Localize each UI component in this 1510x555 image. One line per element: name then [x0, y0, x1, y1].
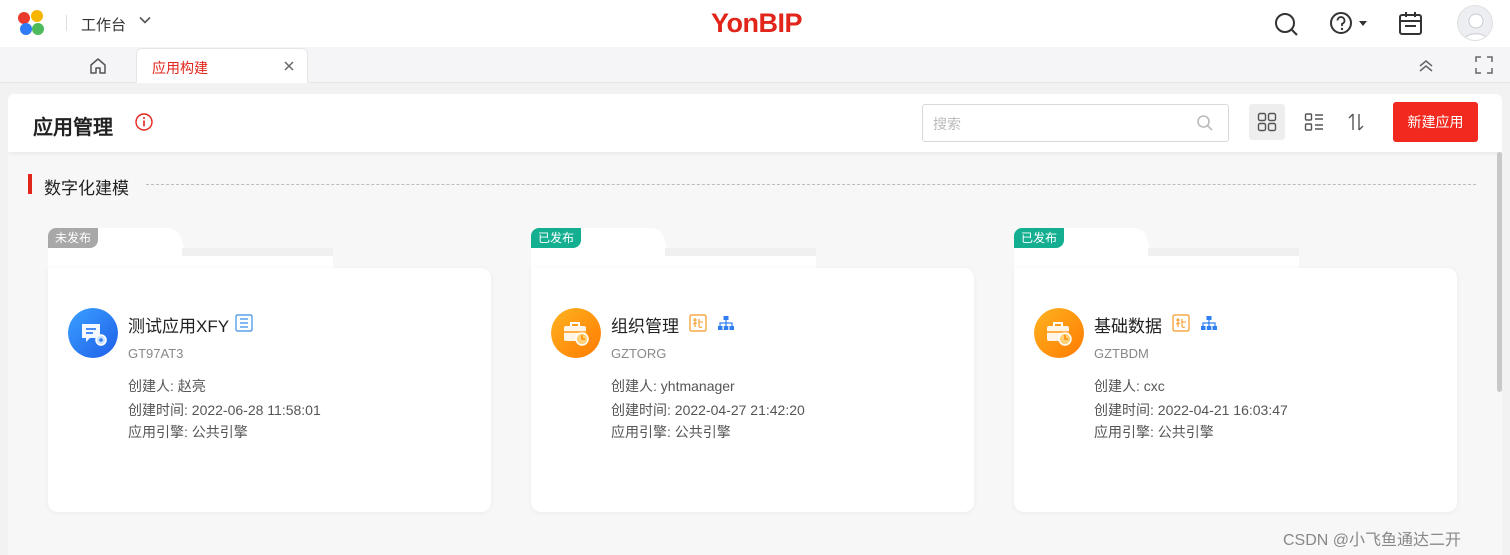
app-name[interactable]: 测试应用XFY: [128, 312, 229, 337]
doc-tag-icon: [235, 314, 253, 332]
panel-header: 应用管理 新建应用: [8, 94, 1502, 152]
engine-value: 公共引擎: [674, 424, 731, 440]
app-name[interactable]: 基础数据: [1094, 312, 1162, 337]
card-body: [531, 268, 974, 512]
orange-briefcase-icon: [551, 308, 601, 358]
close-icon[interactable]: [282, 59, 296, 73]
engine-row: 应用引擎: 公共引擎: [128, 424, 248, 440]
status-badge: 已发布: [1014, 228, 1065, 248]
created-time-value: 2022-06-28 11:58:01: [191, 402, 321, 418]
calendar-icon[interactable]: [1397, 10, 1425, 38]
section-header: 数字化建模: [28, 174, 1476, 198]
new-app-button[interactable]: 新建应用: [1393, 102, 1478, 142]
status-badge: 未发布: [48, 228, 99, 248]
creator-value: yhtmanager: [660, 378, 735, 394]
page-title: 应用管理: [33, 117, 113, 139]
orange-briefcase-icon: [1034, 308, 1084, 358]
creator-row: 创建人: yhtmanager: [611, 378, 735, 394]
created-time-row: 创建时间: 2022-04-21 16:03:47: [1094, 402, 1288, 418]
status-badge: 已发布: [531, 228, 582, 248]
app-card[interactable]: 已发布 组织管理 GZTORG 创建人: yhtmanager 创建时间: 20…: [531, 228, 974, 512]
extend-tag-icon: [689, 314, 707, 332]
grid-view-icon: [1257, 112, 1277, 132]
section-accent-bar: [28, 174, 32, 194]
creator-row: 创建人: cxc: [1094, 378, 1165, 394]
app-code: GZTORG: [611, 346, 667, 361]
creator-value: 赵亮: [177, 378, 206, 394]
tab-bar: 应用构建: [0, 47, 1510, 83]
search-input[interactable]: [933, 114, 1183, 134]
search-icon[interactable]: [1272, 10, 1300, 38]
search-box[interactable]: [922, 104, 1229, 142]
search-icon[interactable]: [1196, 114, 1214, 132]
card-body: [48, 268, 491, 512]
content-panel: 应用管理 新建应用 数字化建模 未发布 测试应用XFY GT97AT3 创建人:…: [8, 94, 1502, 555]
creator-row: 创建人: 赵亮: [128, 378, 206, 394]
list-view-icon: [1304, 113, 1323, 131]
extend-tag-icon: [1172, 314, 1190, 332]
engine-value: 公共引擎: [1157, 424, 1214, 440]
created-time-value: 2022-04-27 21:42:20: [674, 402, 805, 418]
chevron-down-icon[interactable]: [138, 13, 152, 27]
fullscreen-icon[interactable]: [1474, 55, 1494, 75]
app-card[interactable]: 已发布 基础数据 GZTBDM 创建人: cxc 创建时间: 2022-04-2…: [1014, 228, 1457, 512]
blue-doc-gear-icon: [68, 308, 118, 358]
app-code: GZTBDM: [1094, 346, 1149, 361]
info-icon[interactable]: [134, 112, 154, 132]
card-body: [1014, 268, 1457, 512]
app-name[interactable]: 组织管理: [611, 312, 679, 337]
org-tree-icon: [1201, 316, 1217, 330]
scrollbar[interactable]: [1497, 152, 1502, 392]
brand-logo: YonBIP: [711, 8, 803, 38]
avatar[interactable]: [1457, 5, 1493, 41]
engine-row: 应用引擎: 公共引擎: [611, 424, 731, 440]
divider: [66, 15, 67, 31]
workspace-label[interactable]: 工作台: [81, 14, 126, 35]
grid-view-button[interactable]: [1249, 104, 1285, 140]
help-icon[interactable]: [1328, 10, 1368, 38]
engine-value: 公共引擎: [191, 424, 248, 440]
created-time-value: 2022-04-21 16:03:47: [1157, 402, 1288, 418]
list-view-button[interactable]: [1296, 104, 1332, 140]
created-time-row: 创建时间: 2022-04-27 21:42:20: [611, 402, 805, 418]
top-bar: 工作台 YonBIP: [0, 0, 1510, 47]
app-code: GT97AT3: [128, 346, 184, 361]
app-card[interactable]: 未发布 测试应用XFY GT97AT3 创建人: 赵亮 创建时间: 2022-0…: [48, 228, 491, 512]
logo-icon[interactable]: [18, 10, 48, 36]
section-divider: [146, 184, 1476, 185]
home-icon[interactable]: [88, 56, 108, 76]
engine-row: 应用引擎: 公共引擎: [1094, 424, 1214, 440]
org-tree-icon: [718, 316, 734, 330]
section-title: 数字化建模: [44, 179, 129, 198]
collapse-up-icon[interactable]: [1416, 56, 1436, 76]
creator-value: cxc: [1143, 378, 1165, 394]
sort-icon: [1348, 113, 1364, 131]
watermark: CSDN @小飞鱼通达二开: [1283, 532, 1462, 549]
avatar-icon: [1463, 13, 1489, 40]
sort-button[interactable]: [1338, 104, 1374, 140]
tab-app-build[interactable]: 应用构建: [136, 48, 308, 83]
tab-label: 应用构建: [152, 60, 208, 76]
created-time-row: 创建时间: 2022-06-28 11:58:01: [128, 402, 321, 418]
